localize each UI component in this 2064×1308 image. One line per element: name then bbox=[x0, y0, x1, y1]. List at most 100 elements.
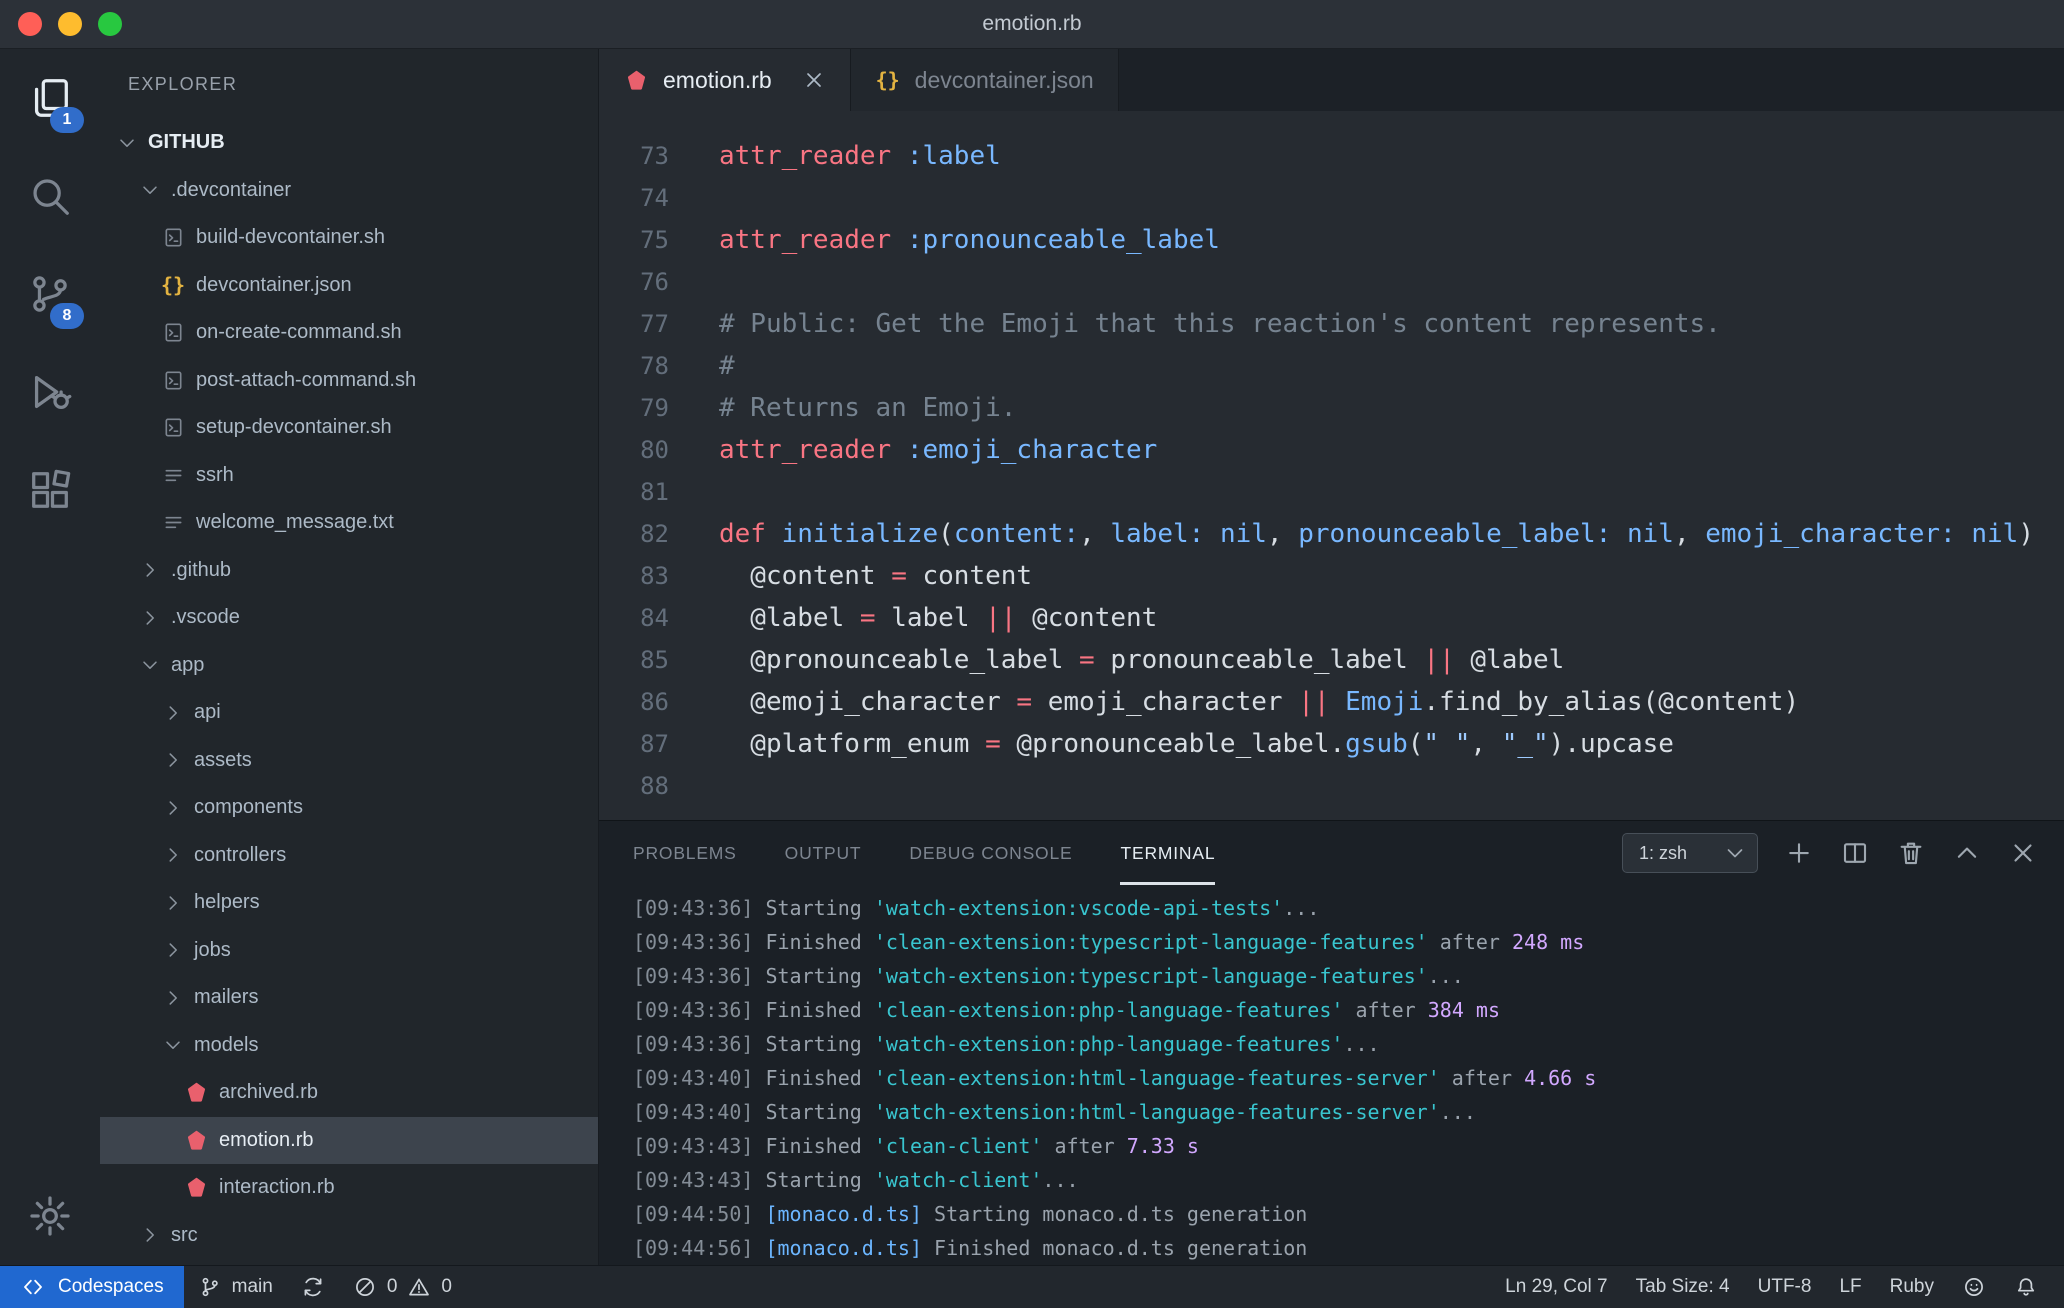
tree-item-devcontainer-json[interactable]: {} devcontainer.json bbox=[100, 262, 598, 310]
line-number[interactable]: 79 bbox=[599, 387, 669, 429]
git-branch-button[interactable]: main bbox=[184, 1266, 287, 1308]
activity-search-button[interactable] bbox=[0, 147, 100, 245]
code-text[interactable]: @pronounceable_label = pronounceable_lab… bbox=[669, 639, 1564, 681]
tree-item-mailers[interactable]: mailers bbox=[100, 974, 598, 1022]
line-number[interactable]: 86 bbox=[599, 681, 669, 723]
indentation-button[interactable]: Tab Size: 4 bbox=[1622, 1266, 1744, 1308]
chevron-right-icon[interactable] bbox=[160, 700, 186, 726]
tree-item-models[interactable]: models bbox=[100, 1022, 598, 1070]
tree-item-devcontainer[interactable]: .devcontainer bbox=[100, 167, 598, 215]
split-terminal-button[interactable] bbox=[1840, 838, 1870, 868]
chevron-right-icon[interactable] bbox=[137, 605, 163, 631]
tree-item-src[interactable]: src bbox=[100, 1212, 598, 1260]
line-number[interactable]: 82 bbox=[599, 513, 669, 555]
code-text[interactable]: # bbox=[669, 345, 735, 387]
activity-explorer-button[interactable]: 1 bbox=[0, 49, 100, 147]
tree-item-helpers[interactable]: helpers bbox=[100, 879, 598, 927]
codespaces-remote-button[interactable]: Codespaces bbox=[0, 1266, 184, 1308]
activity-run-and-debug-button[interactable] bbox=[0, 343, 100, 441]
code-text[interactable] bbox=[669, 177, 719, 219]
chevron-right-icon[interactable] bbox=[160, 890, 186, 916]
code-text[interactable] bbox=[669, 261, 719, 303]
code-text[interactable]: attr_reader :label bbox=[669, 135, 1001, 177]
chevron-right-icon[interactable] bbox=[160, 842, 186, 868]
cursor-position-button[interactable]: Ln 29, Col 7 bbox=[1491, 1266, 1621, 1308]
line-number[interactable]: 74 bbox=[599, 177, 669, 219]
encoding-button[interactable]: UTF-8 bbox=[1744, 1266, 1826, 1308]
code-text[interactable]: @emoji_character = emoji_character || Em… bbox=[669, 681, 1799, 723]
tree-item-emotion-rb[interactable]: emotion.rb bbox=[100, 1116, 598, 1164]
maximize-panel-button[interactable] bbox=[1952, 838, 1982, 868]
new-terminal-button[interactable] bbox=[1784, 838, 1814, 868]
line-number[interactable]: 76 bbox=[599, 261, 669, 303]
chevron-down-icon[interactable] bbox=[137, 652, 163, 678]
tree-item-github[interactable]: .github bbox=[100, 547, 598, 595]
language-mode-button[interactable]: Ruby bbox=[1876, 1266, 1948, 1308]
tree-item-build-devcontainer-sh[interactable]: build-devcontainer.sh bbox=[100, 214, 598, 262]
line-number[interactable]: 77 bbox=[599, 303, 669, 345]
minimize-window-button[interactable] bbox=[58, 12, 82, 36]
code-text[interactable] bbox=[669, 765, 719, 807]
close-panel-button[interactable] bbox=[2008, 838, 2038, 868]
line-number[interactable]: 78 bbox=[599, 345, 669, 387]
line-number[interactable]: 81 bbox=[599, 471, 669, 513]
tree-item-archived-rb[interactable]: archived.rb bbox=[100, 1069, 598, 1117]
kill-terminal-button[interactable] bbox=[1896, 838, 1926, 868]
activity-source-control-button[interactable]: 8 bbox=[0, 245, 100, 343]
line-number[interactable]: 88 bbox=[599, 765, 669, 807]
chevron-right-icon[interactable] bbox=[137, 1222, 163, 1248]
feedback-button[interactable] bbox=[1948, 1266, 2000, 1308]
line-number[interactable]: 87 bbox=[599, 723, 669, 765]
line-number[interactable]: 73 bbox=[599, 135, 669, 177]
tree-item-ssrh[interactable]: ssrh bbox=[100, 452, 598, 500]
tree-item-api[interactable]: api bbox=[100, 689, 598, 737]
line-number[interactable]: 80 bbox=[599, 429, 669, 471]
tree-item-jobs[interactable]: jobs bbox=[100, 927, 598, 975]
tree-item-on-create-command-sh[interactable]: on-create-command.sh bbox=[100, 309, 598, 357]
line-number[interactable]: 83 bbox=[599, 555, 669, 597]
terminal-output[interactable]: [09:43:36] Starting 'watch-extension:vsc… bbox=[599, 885, 2064, 1265]
line-number[interactable]: 84 bbox=[599, 597, 669, 639]
close-window-button[interactable] bbox=[18, 12, 42, 36]
chevron-down-icon[interactable] bbox=[114, 130, 140, 156]
panel-tab-terminal[interactable]: TERMINAL bbox=[1120, 821, 1216, 885]
problems-button[interactable]: 0 0 bbox=[339, 1266, 466, 1308]
code-text[interactable]: # Public: Get the Emoji that this reacti… bbox=[669, 303, 1721, 345]
zoom-window-button[interactable] bbox=[98, 12, 122, 36]
tree-item-post-attach-command-sh[interactable]: post-attach-command.sh bbox=[100, 357, 598, 405]
chevron-right-icon[interactable] bbox=[160, 747, 186, 773]
code-text[interactable]: def initialize(content:, label: nil, pro… bbox=[669, 513, 2034, 555]
code-text[interactable]: @label = label || @content bbox=[669, 597, 1157, 639]
line-number[interactable]: 75 bbox=[599, 219, 669, 261]
chevron-right-icon[interactable] bbox=[160, 937, 186, 963]
tree-item-github[interactable]: GITHUB bbox=[100, 119, 598, 167]
chevron-right-icon[interactable] bbox=[160, 795, 186, 821]
editor-tab-emotion-rb[interactable]: emotion.rb bbox=[599, 49, 851, 111]
chevron-right-icon[interactable] bbox=[137, 557, 163, 583]
code-text[interactable]: attr_reader :pronounceable_label bbox=[669, 219, 1220, 261]
activity-settings-button[interactable] bbox=[0, 1167, 100, 1265]
editor-tab-devcontainer-json[interactable]: {} devcontainer.json bbox=[850, 49, 1119, 111]
tree-item-interaction-rb[interactable]: interaction.rb bbox=[100, 1164, 598, 1212]
panel-tab-output[interactable]: OUTPUT bbox=[785, 821, 862, 885]
chevron-down-icon[interactable] bbox=[137, 177, 163, 203]
tree-item-setup-devcontainer-sh[interactable]: setup-devcontainer.sh bbox=[100, 404, 598, 452]
sync-changes-button[interactable] bbox=[287, 1266, 339, 1308]
panel-tab-problems[interactable]: PROBLEMS bbox=[633, 821, 737, 885]
tree-item-components[interactable]: components bbox=[100, 784, 598, 832]
tree-item-assets[interactable]: assets bbox=[100, 737, 598, 785]
close-tab-button[interactable] bbox=[802, 68, 826, 92]
code-text[interactable]: attr_reader :emoji_character bbox=[669, 429, 1157, 471]
chevron-down-icon[interactable] bbox=[160, 1032, 186, 1058]
code-text[interactable]: @content = content bbox=[669, 555, 1032, 597]
tree-item-app[interactable]: app bbox=[100, 642, 598, 690]
line-number[interactable]: 85 bbox=[599, 639, 669, 681]
notifications-button[interactable] bbox=[2000, 1266, 2052, 1308]
tree-item-vscode[interactable]: .vscode bbox=[100, 594, 598, 642]
tree-item-controllers[interactable]: controllers bbox=[100, 832, 598, 880]
terminal-shell-selector[interactable]: 1: zsh bbox=[1621, 833, 1758, 873]
tree-item-welcome-message-txt[interactable]: welcome_message.txt bbox=[100, 499, 598, 547]
code-text[interactable]: # Returns an Emoji. bbox=[669, 387, 1016, 429]
chevron-right-icon[interactable] bbox=[160, 985, 186, 1011]
code-text[interactable]: @platform_enum = @pronounceable_label.gs… bbox=[669, 723, 1674, 765]
